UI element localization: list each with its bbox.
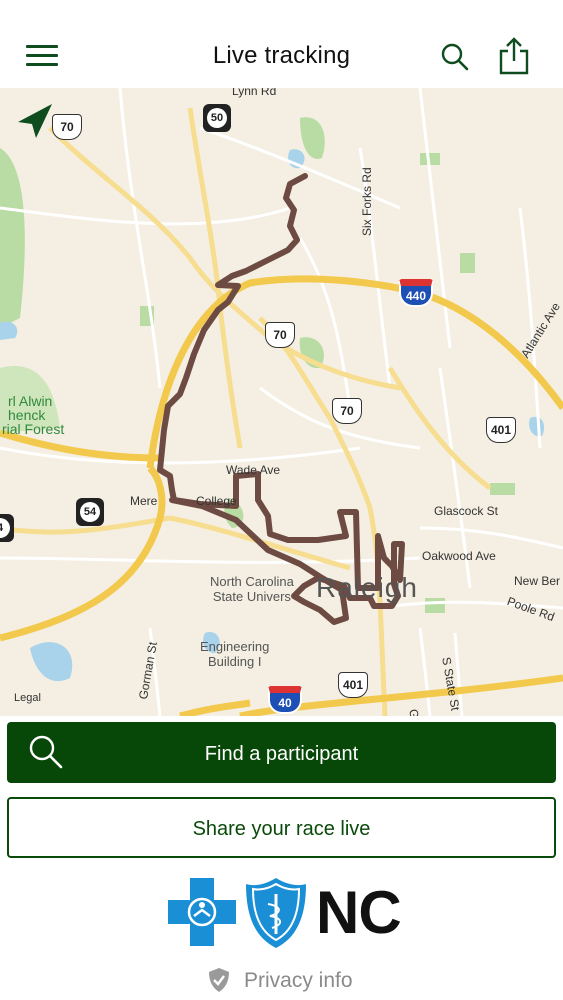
share-race-live-button[interactable]: Share your race live <box>7 797 556 858</box>
shield-check-icon <box>209 968 229 992</box>
page-title: Live tracking <box>212 42 351 69</box>
route-shield-us-70-c: 70 <box>332 398 362 424</box>
route-shield-nc-50: 50 <box>203 104 231 132</box>
share-icon[interactable] <box>498 37 530 75</box>
map-label-raleigh: Raleigh <box>316 572 418 603</box>
privacy-info-label: Privacy info <box>244 969 353 992</box>
route-shield-us-70: 70 <box>52 114 82 140</box>
race-map[interactable]: Lynn Rd Six Forks Rd Atlantic Ave rl Alw… <box>0 88 563 716</box>
map-label-ncsu: North Carolina State Univers <box>210 574 294 604</box>
map-label-lynn-rd: Lynn Rd <box>232 88 277 98</box>
map-label-new-bern: New Ber <box>514 574 561 588</box>
map-label-oakwood-ave: Oakwood Ave <box>422 549 496 563</box>
map-label-meredith: Mere <box>130 494 158 508</box>
bcbs-brand-state: NC <box>316 879 402 946</box>
route-shield-us-401-b: 401 <box>338 672 368 698</box>
route-shield-us-70-b: 70 <box>265 322 295 348</box>
find-participant-button[interactable]: Find a participant <box>7 722 556 783</box>
map-label-engineering-building: Engineering Building I <box>200 639 270 669</box>
search-icon[interactable] <box>440 42 470 72</box>
map-label-six-forks-rd: Six Forks Rd <box>360 167 374 236</box>
location-arrow-icon[interactable] <box>14 102 54 142</box>
map-label-schenck: henck <box>8 407 46 423</box>
map-label-carl-alwin: rl Alwin <box>8 393 53 409</box>
map-label-college: College <box>196 494 237 508</box>
route-shield-i-440: 440 <box>399 279 433 307</box>
map-legal-link[interactable]: Legal <box>14 692 41 704</box>
route-shield-us-401: 401 <box>486 417 516 443</box>
map-label-glascock-st: Glascock St <box>434 504 499 518</box>
map-label-memorial-forest: rial Forest <box>2 421 65 437</box>
share-race-live-label: Share your race live <box>192 818 371 840</box>
top-bar: Live tracking <box>0 0 563 88</box>
route-shield-nc-54: 54 <box>76 498 104 526</box>
route-shield-i-40: 40 <box>268 686 302 714</box>
map-canvas <box>0 88 563 716</box>
route-shield-nc-left: 4 <box>0 514 14 542</box>
map-label-wade-ave: Wade Ave <box>226 463 281 477</box>
find-participant-label: Find a participant <box>204 743 359 765</box>
bcbs-nc-logo: NC <box>168 878 402 948</box>
